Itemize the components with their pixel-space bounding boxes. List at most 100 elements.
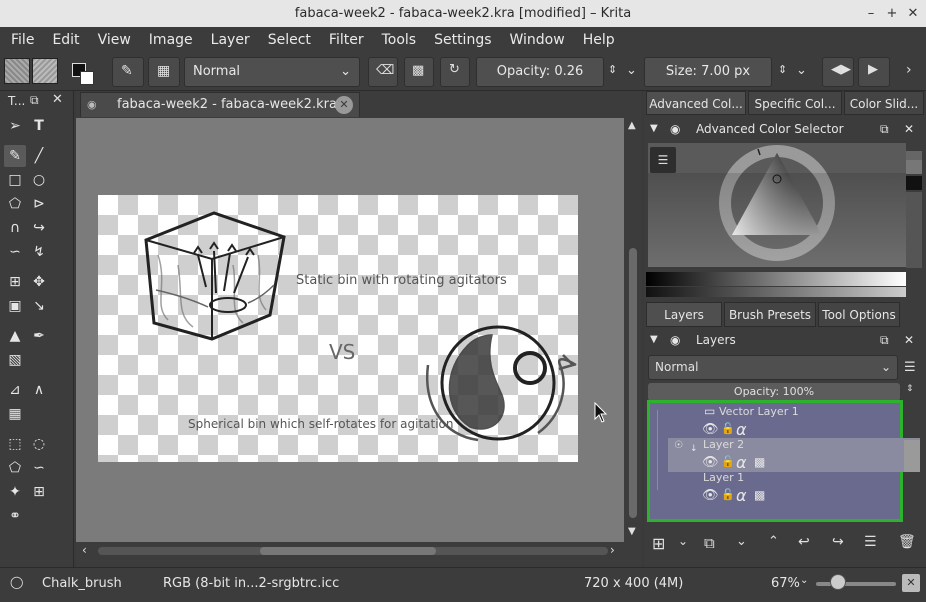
menu-image[interactable]: Image — [142, 32, 200, 48]
menu-file[interactable]: File — [4, 32, 41, 48]
color-history-swatch[interactable] — [906, 160, 922, 174]
visibility-eye-icon[interactable]: 👁 — [702, 455, 719, 470]
close-icon[interactable]: ✕ — [904, 330, 914, 350]
canvas-only-mode-icon[interactable]: ✕ — [902, 574, 920, 592]
menu-edit[interactable]: Edit — [45, 32, 86, 48]
layer-row-layer-1[interactable]: Layer 1 👁 🔓 α ▩ — [648, 469, 902, 505]
menu-window[interactable]: Window — [503, 32, 572, 48]
float-icon[interactable]: ⧉ — [880, 119, 889, 139]
vertical-scroll-thumb[interactable] — [629, 248, 637, 518]
pattern-preset-icon[interactable] — [32, 58, 58, 84]
lock-icon[interactable]: 🔓 — [721, 488, 735, 501]
close-icon[interactable]: ✕ — [904, 0, 922, 27]
value-gradient-bar[interactable] — [646, 272, 906, 286]
chevron-right-icon[interactable]: › — [906, 62, 912, 78]
line-tool-icon[interactable]: ╱ — [28, 145, 50, 167]
layer-scroll-thumb[interactable] — [904, 440, 920, 472]
chevron-down-icon[interactable]: ⌄ — [678, 534, 688, 548]
tab-advanced-color[interactable]: Advanced Col... — [646, 91, 746, 115]
zoom-slider-thumb[interactable] — [830, 574, 847, 590]
close-icon[interactable]: ✕ — [904, 119, 914, 139]
lock-icon[interactable]: 🔓 — [721, 422, 735, 435]
document-tab[interactable]: ◉ fabaca-week2 - fabaca-week2.kra ✕ — [80, 92, 360, 117]
bezier-select-icon[interactable]: ⚭ — [4, 505, 26, 527]
text-tool-icon[interactable]: T — [28, 115, 50, 137]
float-icon[interactable]: ⧉ — [30, 93, 39, 108]
measure-tool-icon[interactable]: ↘ — [28, 295, 50, 317]
rect-select-icon[interactable]: ⬚ — [4, 433, 26, 455]
menu-settings[interactable]: Settings — [427, 32, 498, 48]
crop-tool-icon[interactable]: ⊞ — [4, 271, 26, 293]
tab-tool-options[interactable]: Tool Options — [818, 302, 900, 327]
layer-row-layer-2[interactable]: ☉ ↓ Layer 2 👁 🔓 α ▩ — [648, 436, 902, 472]
polyline-tool-icon[interactable]: ⊳ — [28, 193, 50, 215]
visibility-eye-icon[interactable]: 👁 — [702, 422, 719, 437]
duplicate-layer-icon[interactable]: ⧉ — [704, 534, 715, 552]
move-tool-icon[interactable]: ✥ — [28, 271, 50, 293]
scroll-right-icon[interactable]: › — [610, 543, 615, 557]
reload-preset-button[interactable]: ↻ — [440, 57, 470, 87]
freehand-brush-icon[interactable]: ✎ — [4, 145, 26, 167]
collapse-icon[interactable]: ▼ — [650, 330, 658, 350]
chevron-down-icon[interactable]: ⌄ — [800, 575, 808, 586]
alpha-inherit-icon[interactable]: ▩ — [754, 488, 765, 502]
add-layer-icon[interactable]: ⊞ — [652, 534, 665, 553]
close-tab-icon[interactable]: ✕ — [335, 96, 353, 114]
perspective-grid-icon[interactable]: ∧ — [28, 379, 50, 401]
menu-filter[interactable]: Filter — [322, 32, 371, 48]
alpha-inherit-icon[interactable]: ▩ — [754, 455, 765, 469]
mirror-vertical-button[interactable]: ▶ — [858, 57, 890, 87]
layer-row-vector-layer-1[interactable]: ▭ Vector Layer 1 👁 🔓 α — [648, 403, 902, 439]
eraser-mode-button[interactable]: ⌫ — [368, 57, 398, 87]
float-icon[interactable]: ⧉ — [880, 330, 889, 350]
assistant-tool-icon[interactable]: ⊿ — [4, 379, 26, 401]
gradient-tool-icon[interactable]: ▧ — [4, 349, 26, 371]
size-stepper-icon[interactable]: ⇕ — [778, 63, 787, 76]
menu-layer[interactable]: Layer — [204, 32, 257, 48]
chevron-down-icon[interactable]: ⌄ — [626, 63, 637, 78]
vertical-scrollbar[interactable]: ▲ ▼ — [625, 118, 641, 542]
layer-blend-mode-select[interactable]: Normal ⌄ — [648, 355, 898, 380]
scroll-left-icon[interactable]: ‹ — [82, 543, 87, 557]
similar-select-icon[interactable]: ⊞ — [28, 481, 50, 503]
tab-layers[interactable]: Layers — [646, 302, 722, 327]
tab-color-sliders[interactable]: Color Slid... — [844, 91, 924, 115]
fg-bg-color-icon[interactable] — [68, 59, 98, 87]
polygon-select-icon[interactable]: ⬠ — [4, 457, 26, 479]
gradient-preset-icon[interactable] — [4, 58, 30, 84]
opacity-stepper-icon[interactable]: ⇕ — [608, 63, 617, 76]
horizontal-scrollbar[interactable]: ‹ › — [76, 543, 642, 559]
move-layer-up-icon[interactable]: ⌃ — [768, 534, 779, 549]
color-selector-widget[interactable]: ☰ — [648, 143, 922, 267]
menu-view[interactable]: View — [91, 32, 138, 48]
scroll-down-icon[interactable]: ▼ — [628, 526, 636, 537]
color-wheel-icon[interactable] — [648, 143, 906, 267]
opacity-stepper-icon[interactable]: ⇕ — [906, 384, 914, 394]
layer-properties-icon[interactable]: ☰ — [864, 534, 877, 550]
brush-settings-button[interactable]: ▦ — [148, 57, 180, 87]
menu-select[interactable]: Select — [261, 32, 318, 48]
move-layer-down-icon[interactable]: ⌄ — [736, 534, 747, 549]
bezier-tool-icon[interactable]: ∩ — [4, 217, 26, 239]
freehand-path-icon[interactable]: ↪ — [28, 217, 50, 239]
scroll-up-icon[interactable]: ▲ — [628, 120, 636, 131]
menu-help[interactable]: Help — [576, 32, 622, 48]
multibrush-icon[interactable]: ↯ — [28, 241, 50, 263]
layer-opacity-slider[interactable]: Opacity: 100% — [648, 383, 900, 401]
polygon-tool-icon[interactable]: ⬠ — [4, 193, 26, 215]
brush-preview-icon[interactable]: ◯ — [10, 575, 23, 589]
remove-from-group-icon[interactable]: ↩ — [798, 534, 810, 550]
preserve-alpha-button[interactable]: ▩ — [404, 57, 434, 87]
horizontal-scroll-thumb[interactable] — [260, 547, 436, 555]
opacity-slider[interactable]: Opacity: 0.26 — [476, 57, 604, 87]
lock-icon[interactable]: 🔓 — [721, 455, 735, 468]
onion-skin-icon[interactable]: ☉ — [674, 440, 683, 451]
add-to-group-icon[interactable]: ↪ — [832, 534, 844, 550]
maximize-icon[interactable]: + — [883, 0, 901, 27]
select-shapes-icon[interactable]: ➢ — [4, 115, 26, 137]
magic-wand-icon[interactable]: ✦ — [4, 481, 26, 503]
docker-lock-icon[interactable]: ◉ — [670, 330, 680, 350]
grid-tool-icon[interactable]: ▦ — [4, 403, 26, 425]
size-slider[interactable]: Size: 7.00 px — [644, 57, 772, 87]
minimize-icon[interactable]: – — [862, 0, 880, 27]
